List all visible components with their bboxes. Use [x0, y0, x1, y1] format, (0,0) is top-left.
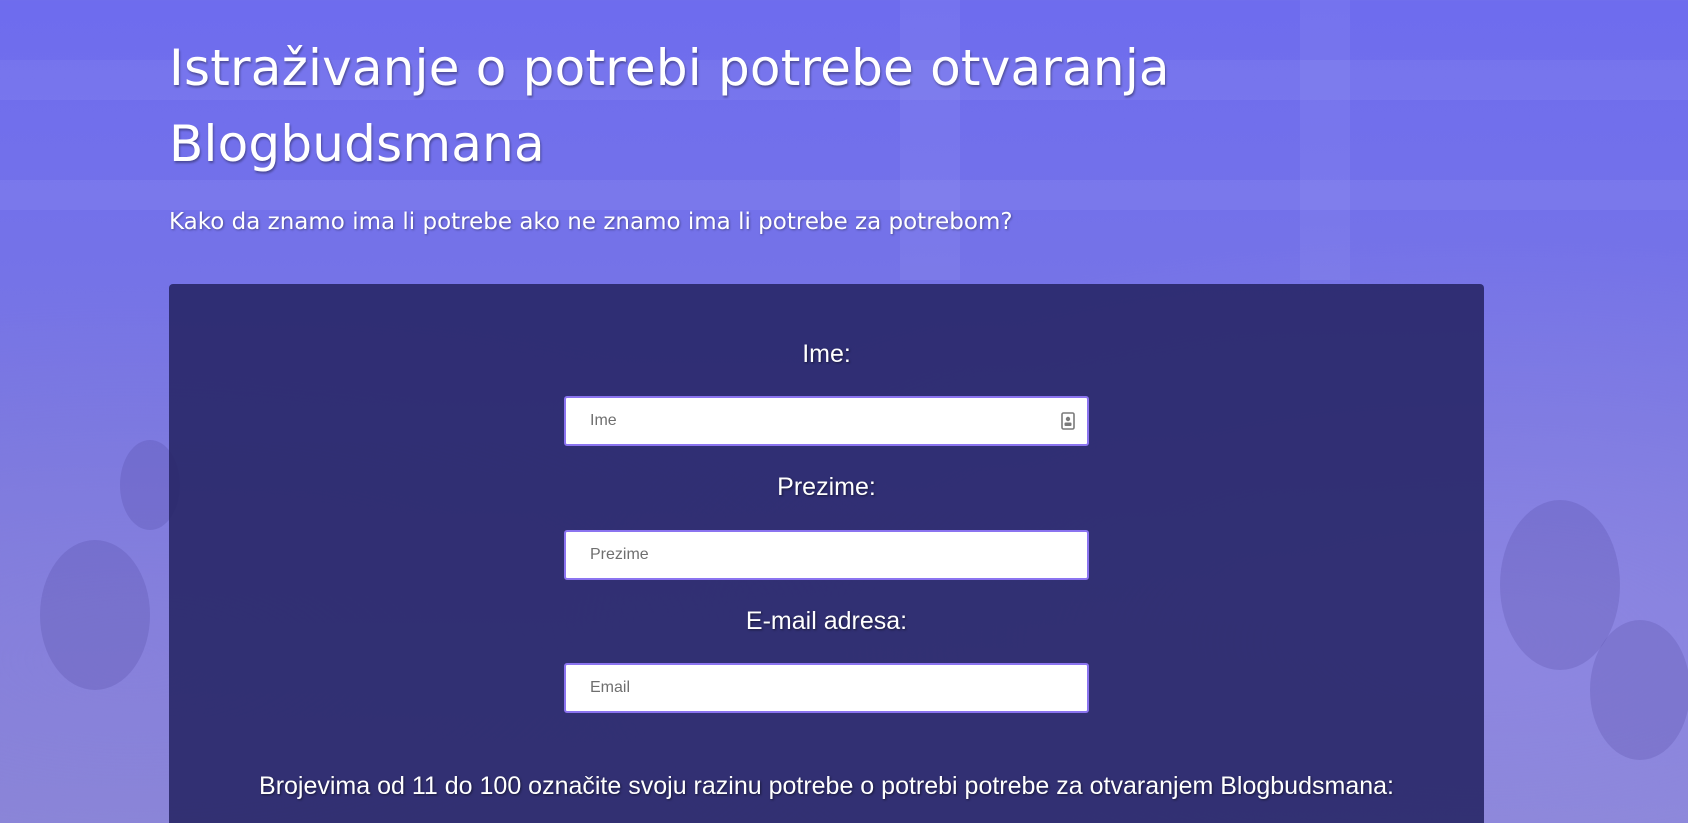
last-name-input[interactable] — [566, 532, 1087, 578]
last-name-label: Prezime: — [777, 473, 876, 501]
first-name-input[interactable] — [566, 398, 1087, 444]
email-label: E-mail adresa: — [745, 607, 908, 635]
first-name-label: Ime: — [802, 340, 851, 368]
survey-form: Ime: Prezime: E-mail adresa: Brojevima o… — [169, 284, 1484, 823]
scale-question: Brojevima od 11 do 100 označite svoju ra… — [259, 772, 1394, 800]
page-subtitle: Kako da znamo ima li potrebe ako ne znam… — [169, 209, 1013, 235]
contact-card-icon[interactable] — [1061, 412, 1075, 430]
first-name-field-wrapper — [564, 396, 1089, 446]
last-name-field-wrapper — [564, 530, 1089, 580]
email-input[interactable] — [566, 665, 1087, 711]
email-field-wrapper — [564, 663, 1089, 713]
page-title: Istraživanje o potrebi potrebe otvaranja… — [169, 39, 1170, 173]
page-header: Istraživanje o potrebi potrebe otvaranja… — [169, 30, 1484, 238]
